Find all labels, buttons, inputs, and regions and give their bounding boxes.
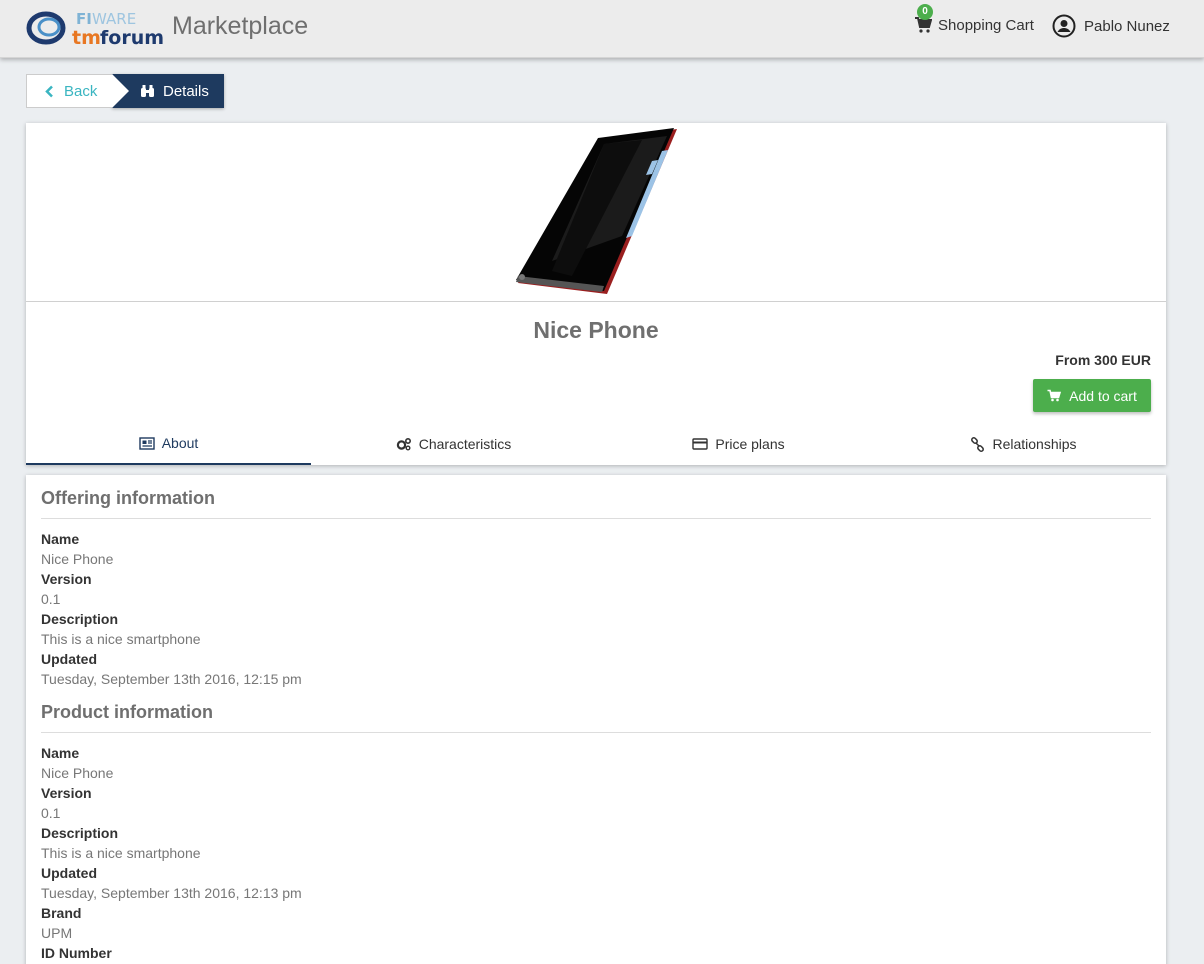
field-value: Tuesday, September 13th 2016, 12:15 pm	[41, 671, 302, 687]
newspaper-icon	[139, 436, 155, 450]
field-label: Version	[41, 571, 92, 587]
offering-info-fields: Name Nice Phone Version 0.1 Description …	[41, 519, 1151, 691]
back-button[interactable]: Back	[26, 74, 129, 108]
product-info-heading: Product information	[41, 691, 1151, 733]
field-value: Tuesday, September 13th 2016, 12:13 pm	[41, 885, 302, 901]
shopping-cart-link[interactable]: 0 Shopping Cart	[914, 4, 1034, 34]
cart-icon	[1047, 389, 1062, 402]
shopping-cart-label: Shopping Cart	[938, 16, 1034, 34]
field-value: UPM	[41, 925, 73, 941]
user-name: Pablo Nunez	[1084, 17, 1170, 35]
field-label: Updated	[41, 865, 97, 881]
app-title: Marketplace	[172, 12, 309, 40]
field-label: Name	[41, 745, 80, 761]
details-tabs: About Characteristics Price plans Relati…	[26, 423, 1166, 465]
field-value: Nice Phone	[41, 551, 114, 567]
user-menu[interactable]: Pablo Nunez	[1052, 14, 1170, 38]
svg-text:FI: FI	[76, 10, 92, 28]
field-value: Nice Phone	[41, 765, 114, 781]
tab-about-label: About	[161, 435, 199, 451]
field-label: Description	[41, 825, 119, 841]
field-label: Description	[41, 611, 119, 627]
back-label: Back	[64, 82, 98, 100]
cogs-icon	[396, 437, 411, 451]
tab-price-plans-label: Price plans	[715, 436, 785, 452]
tab-characteristics[interactable]: Characteristics	[311, 423, 596, 465]
add-to-cart-label: Add to cart	[1069, 387, 1137, 404]
binoculars-icon	[141, 85, 154, 97]
about-panel: Offering information Name Nice Phone Ver…	[26, 475, 1166, 964]
breadcrumb-current-label: Details	[163, 82, 209, 100]
tab-characteristics-label: Characteristics	[418, 436, 512, 452]
shopping-cart-icon: 0	[914, 4, 933, 34]
field-label: Brand	[41, 905, 82, 921]
tab-about[interactable]: About	[26, 423, 311, 465]
field-label: Updated	[41, 651, 97, 667]
svg-text:WARE: WARE	[92, 10, 136, 28]
offering-header-card: Nice Phone From 300 EUR Add to cart Abou…	[26, 123, 1166, 465]
svg-text:tm: tm	[72, 27, 101, 49]
offering-price: From 300 EUR	[1055, 352, 1151, 368]
field-value: This is a nice smartphone	[41, 631, 201, 647]
tab-price-plans[interactable]: Price plans	[596, 423, 881, 465]
fiware-tmforum-logo[interactable]: FI WARE tm forum	[26, 6, 166, 50]
user-circle-icon	[1052, 14, 1076, 38]
field-label: Version	[41, 785, 92, 801]
cart-count-badge: 0	[917, 4, 933, 20]
field-value: 0.1	[41, 591, 61, 607]
link-icon	[971, 436, 985, 452]
offering-title: Nice Phone	[533, 317, 659, 343]
breadcrumb: Back Details	[26, 74, 224, 108]
offering-image-area	[26, 123, 1166, 302]
field-value: This is a nice smartphone	[41, 845, 201, 861]
product-info-fields: Name Nice Phone Version 0.1 Description …	[41, 733, 1151, 964]
field-value: 0.1	[41, 805, 61, 821]
chevron-left-icon	[45, 85, 53, 97]
field-label: Name	[41, 531, 80, 547]
tab-relationships-label: Relationships	[992, 436, 1077, 452]
offering-info-heading: Offering information	[41, 475, 1151, 519]
add-to-cart-button[interactable]: Add to cart	[1033, 379, 1151, 412]
top-navbar: FI WARE tm forum Marketplace 0 Shopping …	[0, 0, 1204, 58]
field-label: ID Number	[41, 945, 112, 961]
credit-card-icon	[692, 438, 709, 450]
tab-relationships[interactable]: Relationships	[881, 423, 1166, 465]
offering-image	[516, 128, 677, 294]
svg-text:forum: forum	[100, 27, 164, 49]
